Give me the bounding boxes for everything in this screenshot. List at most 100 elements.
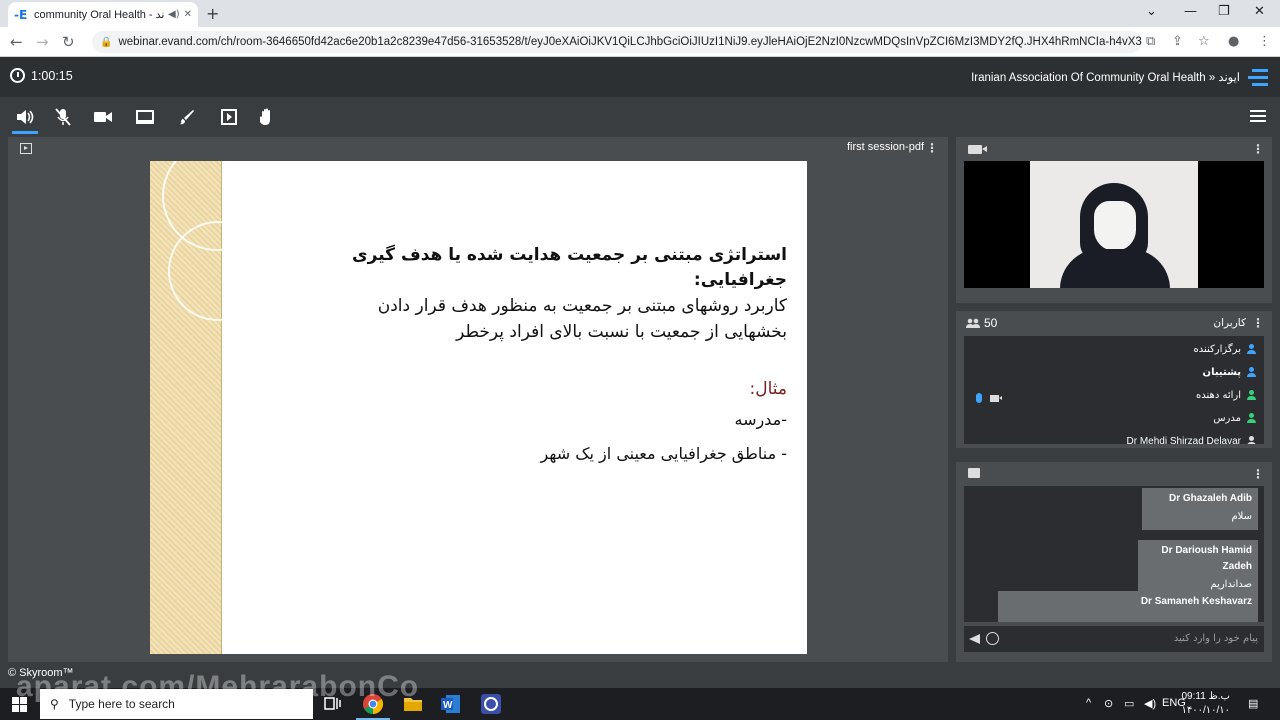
presentation-file-name: first session-pdf — [846, 141, 924, 153]
slide: استراتژی مبتنی بر جمعیت هدایت شده یا هدف… — [150, 161, 807, 654]
slide-bullet: - مناطق جغرافیایی معینی از یک شهر — [540, 444, 788, 463]
skyroom-brand: © Skyroom™ — [8, 667, 74, 679]
user-name: ارائه دهنده — [1196, 389, 1241, 401]
slide-line: کاربرد روشهای مبتنی بر جمعیت به منظور هد… — [377, 296, 787, 316]
user-icon — [1247, 390, 1256, 400]
user-name: پشتیبان — [1202, 366, 1241, 378]
taskbar-search[interactable]: ⚲ Type here to search — [40, 689, 313, 719]
deco-ring — [168, 221, 268, 321]
user-row[interactable]: ارائه دهنده — [1196, 386, 1256, 404]
chat-sender: Dr Ghazaleh Adib — [1169, 493, 1252, 504]
camera-icon[interactable] — [92, 106, 114, 128]
tab-search-icon[interactable]: ⌄ — [1146, 4, 1157, 19]
hamburger-menu-icon[interactable] — [1250, 110, 1266, 124]
minimize-button[interactable]: — — [1184, 4, 1197, 19]
svg-text:W: W — [443, 700, 453, 711]
user-list: برگزارکننده پشتیبان ارائه دهنده مدرس Dr … — [964, 336, 1264, 444]
chat-icon — [968, 468, 980, 478]
search-icon: ⚲ — [50, 697, 59, 711]
user-row[interactable]: Dr Mehdi Shirzad Delavar — [1126, 432, 1256, 445]
user-icon — [1247, 344, 1256, 354]
word-icon[interactable]: W — [440, 693, 462, 715]
room-toolbar — [0, 97, 1280, 137]
translate-icon[interactable]: ⧉ — [1146, 34, 1155, 49]
speaker-icon[interactable] — [12, 106, 38, 134]
taskbar-clock[interactable]: 09:11 ب.ظ ۱۴۰۰/۱۰/۱۰ — [1181, 690, 1230, 718]
volume-icon[interactable]: ◀) — [1144, 697, 1156, 710]
mic-muted-icon[interactable] — [52, 106, 74, 128]
profile-icon[interactable]: ● — [1228, 34, 1239, 49]
presentation-options-icon[interactable]: ⋮ — [926, 141, 938, 155]
emoji-icon[interactable] — [986, 632, 999, 645]
lock-icon[interactable]: 🔒 — [100, 37, 112, 48]
user-row[interactable]: پشتیبان — [1203, 363, 1256, 381]
send-icon[interactable] — [969, 634, 980, 644]
task-view-icon[interactable] — [322, 693, 344, 715]
user-row[interactable]: برگزارکننده — [1194, 340, 1256, 358]
meet-now-icon[interactable]: ⊙ — [1104, 697, 1113, 710]
raise-hand-icon[interactable] — [256, 106, 278, 128]
reload-button[interactable]: ↻ — [62, 33, 75, 51]
browser-menu-icon[interactable]: ⋮ — [1258, 34, 1271, 49]
forward-button[interactable]: → — [36, 33, 49, 51]
user-icon — [1247, 413, 1256, 423]
user-row[interactable]: مدرس — [1213, 409, 1256, 427]
chat-messages[interactable]: Dr Ghazaleh Adib سلام Dr Darioush Hamid … — [964, 486, 1264, 622]
chat-message: Dr Samaneh Keshavarz — [998, 591, 1258, 622]
chat-text: سلام — [1231, 511, 1252, 522]
evand-logo-icon — [1248, 69, 1268, 86]
new-tab-button[interactable]: + — [206, 4, 219, 23]
chrome-icon[interactable] — [356, 693, 390, 720]
user-icon — [1247, 436, 1256, 444]
network-icon[interactable]: ▭ — [1124, 697, 1134, 710]
draw-brush-icon[interactable] — [176, 106, 198, 128]
clock-time: 09:11 ب.ظ — [1181, 691, 1230, 702]
video-options-icon[interactable]: ⋮ — [1252, 142, 1264, 156]
close-window-button[interactable]: ✕ — [1254, 4, 1265, 19]
windows-taskbar: ⚲ Type here to search W ^ ⊙ ▭ ◀) ENG 09:… — [0, 688, 1280, 720]
chat-sender: Dr Darioush Hamid Zadeh — [1161, 545, 1252, 572]
tab-close-icon[interactable]: ✕ — [184, 9, 192, 20]
slide-text: استراتژی مبتنی بر جمعیت هدایت شده یا هدف… — [267, 243, 787, 471]
address-bar-row: ← → ↻ 🔒 webinar.evand.com/ch/room-364665… — [0, 27, 1280, 57]
users-icon — [966, 318, 980, 328]
windows-start-icon[interactable] — [12, 697, 28, 712]
search-placeholder: Type here to search — [68, 697, 175, 711]
clock-icon — [10, 68, 25, 83]
slide-line: بخشهایی از جمعیت با نسبت بالای افراد پرخ… — [456, 322, 787, 342]
presentation-icon[interactable] — [20, 143, 32, 154]
user-name: Dr Mehdi Shirzad Delavar — [1126, 435, 1242, 445]
chat-sender: Dr Samaneh Keshavarz — [1140, 596, 1252, 607]
users-options-icon[interactable]: ⋮ — [1252, 316, 1264, 330]
chat-input[interactable]: پیام خود را وارد کنید — [964, 626, 1264, 652]
user-camera-icon — [990, 395, 1002, 402]
back-button[interactable]: ← — [10, 33, 23, 51]
share-icon[interactable]: ⇪ — [1172, 34, 1183, 49]
user-name: برگزارکننده — [1193, 343, 1241, 355]
app-header: 1:00:15 Iranian Association Of Community… — [0, 57, 1280, 97]
media-player-icon[interactable] — [218, 106, 240, 128]
chat-message: Dr Ghazaleh Adib سلام — [1142, 488, 1258, 530]
slide-example-label: مثال: — [749, 379, 788, 399]
file-explorer-icon[interactable] — [402, 693, 424, 715]
browser-tab-strip: -E community Oral Health - ایوند ◀) ✕ + … — [0, 0, 1280, 27]
room-name: Iranian Association Of Community Oral He… — [971, 72, 1240, 84]
slide-decoration — [150, 161, 272, 654]
browser-tab[interactable]: -E community Oral Health - ایوند ◀) ✕ — [8, 2, 198, 27]
bookmark-star-icon[interactable]: ☆ — [1198, 34, 1210, 49]
chat-options-icon[interactable]: ⋮ — [1252, 467, 1264, 481]
video-camera-icon[interactable] — [968, 145, 987, 154]
chat-message: Dr Darioush Hamid Zadeh صدانداریم — [1138, 540, 1258, 598]
maximize-button[interactable]: ❐ — [1218, 4, 1230, 19]
chat-panel: ⋮ Dr Ghazaleh Adib سلام Dr Darioush Hami… — [956, 462, 1272, 662]
app-icon[interactable] — [480, 693, 502, 715]
tray-chevron-icon[interactable]: ^ — [1086, 697, 1091, 709]
audio-playing-icon[interactable]: ◀) — [168, 9, 180, 20]
url-field[interactable]: 🔒 webinar.evand.com/ch/room-3646650fd42a… — [92, 31, 1142, 53]
webcam-video[interactable] — [964, 161, 1264, 288]
url-text: webinar.evand.com/ch/room-3646650fd42ac6… — [118, 36, 1142, 48]
clock-date: ۱۴۰۰/۱۰/۱۰ — [1181, 705, 1230, 716]
presenter-face-mask — [1094, 201, 1136, 251]
screen-share-icon[interactable] — [134, 106, 156, 128]
notifications-icon[interactable]: ▤ — [1248, 697, 1258, 710]
